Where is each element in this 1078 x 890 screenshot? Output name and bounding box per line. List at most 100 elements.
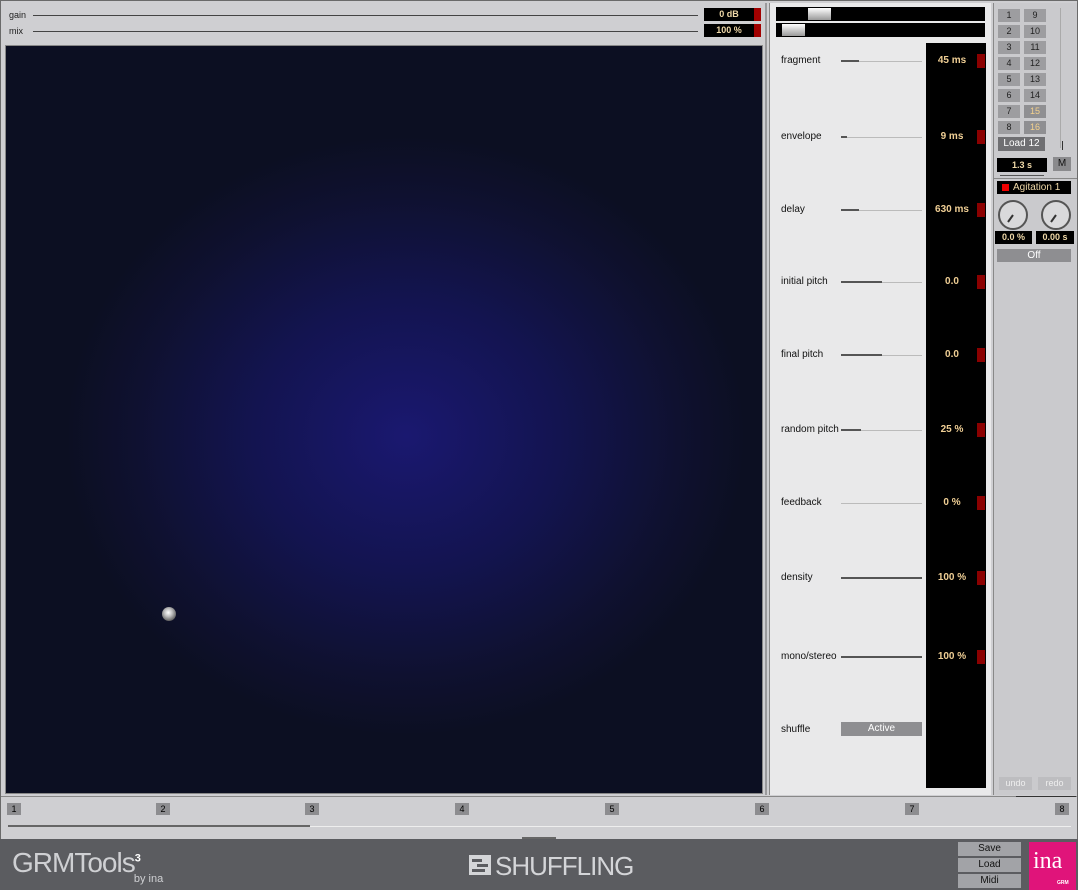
- xy-cursor-ball[interactable]: [162, 607, 176, 621]
- gain-slider[interactable]: [33, 15, 698, 16]
- param-slider[interactable]: [841, 429, 922, 431]
- ina-grm-logo: ina GRM: [1029, 842, 1076, 890]
- agitation-toggle[interactable]: Off: [997, 249, 1071, 262]
- timeline-marker-5[interactable]: 5: [605, 803, 619, 815]
- preset-button-10[interactable]: 10: [1024, 25, 1046, 38]
- param-slider[interactable]: [841, 354, 922, 356]
- preset-button-6[interactable]: 6: [998, 89, 1020, 102]
- preset-button-4[interactable]: 4: [998, 57, 1020, 70]
- param-value[interactable]: 100 %: [927, 572, 977, 583]
- param-slider[interactable]: [841, 656, 922, 658]
- param-value[interactable]: 100 %: [927, 651, 977, 662]
- gain-indicator: [754, 8, 761, 21]
- param-indicator: [977, 54, 985, 68]
- param-slider[interactable]: [841, 503, 922, 504]
- param-value[interactable]: 0.0: [927, 349, 977, 360]
- param-value[interactable]: 630 ms: [927, 204, 977, 215]
- agitation-amount-knob[interactable]: [998, 200, 1028, 230]
- param-value[interactable]: 0.0: [927, 276, 977, 287]
- param-slider-fill: [841, 209, 859, 211]
- preset-scroll-track[interactable]: [1060, 8, 1061, 148]
- param-value[interactable]: 25 %: [927, 424, 977, 435]
- param-label: mono/stereo: [781, 651, 837, 662]
- param-slider[interactable]: [841, 281, 922, 283]
- param-slider-fill: [841, 281, 882, 283]
- preset-button-9[interactable]: 9: [1024, 9, 1046, 22]
- save-button[interactable]: Save: [958, 842, 1021, 856]
- preset-button-5[interactable]: 5: [998, 73, 1020, 86]
- preset-scroll-handle[interactable]: [1062, 141, 1063, 150]
- agitation-amount-value[interactable]: 0.0 %: [995, 231, 1032, 244]
- timeline-progress: [8, 825, 310, 827]
- param-slider-fill: [841, 60, 859, 62]
- timeline-marker-1[interactable]: 1: [7, 803, 21, 815]
- param-value[interactable]: 9 ms: [927, 131, 977, 142]
- load-button[interactable]: Load: [958, 858, 1021, 872]
- preset-button-12[interactable]: 12: [1024, 57, 1046, 70]
- brand-name: GRMTools: [12, 847, 136, 878]
- xy-pad[interactable]: [5, 45, 763, 794]
- range-handle-2[interactable]: [782, 24, 805, 36]
- morph-time-slider[interactable]: [1000, 175, 1044, 176]
- param-value[interactable]: 45 ms: [927, 55, 977, 66]
- param-label: random pitch: [781, 424, 839, 435]
- range-bar-1[interactable]: [776, 7, 985, 21]
- grm-logo-text: GRM: [1057, 880, 1069, 886]
- param-slider[interactable]: [841, 577, 922, 579]
- preset-button-16[interactable]: 16: [1024, 121, 1046, 134]
- preset-button-7[interactable]: 7: [998, 105, 1020, 118]
- preset-button-3[interactable]: 3: [998, 41, 1020, 54]
- timeline-marker-8[interactable]: 8: [1055, 803, 1069, 815]
- param-slider[interactable]: [841, 60, 922, 62]
- param-indicator: [977, 650, 985, 664]
- knob-pointer-icon: [1050, 214, 1057, 223]
- brand-version: 3: [134, 852, 141, 865]
- agitation-time-value[interactable]: 0.00 s: [1036, 231, 1074, 244]
- morph-time-value[interactable]: 1.3 s: [997, 158, 1047, 172]
- param-slider[interactable]: [841, 136, 922, 138]
- preset-button-8[interactable]: 8: [998, 121, 1020, 134]
- param-indicator: [977, 571, 985, 585]
- timeline-range-marker: [1016, 796, 1076, 797]
- range-bar-2[interactable]: [776, 23, 985, 37]
- morph-m-button[interactable]: M: [1053, 157, 1071, 171]
- mix-label: mix: [9, 26, 23, 36]
- knob-pointer-icon: [1007, 214, 1014, 223]
- grmtools-logo: GRMTools3 by ina: [12, 847, 163, 885]
- timeline-marker-6[interactable]: 6: [755, 803, 769, 815]
- param-indicator: [977, 275, 985, 289]
- preset-button-15[interactable]: 15: [1024, 105, 1046, 118]
- load-preset-button[interactable]: Load 12: [998, 137, 1045, 151]
- undo-button[interactable]: undo: [999, 777, 1032, 790]
- timeline-marker-7[interactable]: 7: [905, 803, 919, 815]
- preset-button-13[interactable]: 13: [1024, 73, 1046, 86]
- param-label: initial pitch: [781, 276, 828, 287]
- range-handle-1[interactable]: [808, 8, 831, 20]
- param-label: delay: [781, 204, 805, 215]
- agitation-time-knob[interactable]: [1041, 200, 1071, 230]
- preset-button-1[interactable]: 1: [998, 9, 1020, 22]
- plugin-name: SHUFFLING: [495, 851, 634, 881]
- preset-button-2[interactable]: 2: [998, 25, 1020, 38]
- right-panel-divider: [993, 178, 1077, 179]
- preset-button-11[interactable]: 11: [1024, 41, 1046, 54]
- param-value[interactable]: 0 %: [927, 497, 977, 508]
- agitation-selector[interactable]: Agitation 1: [997, 181, 1071, 194]
- timeline-marker-2[interactable]: 2: [156, 803, 170, 815]
- midi-button[interactable]: Midi: [958, 874, 1021, 888]
- timeline-marker-4[interactable]: 4: [455, 803, 469, 815]
- preset-button-14[interactable]: 14: [1024, 89, 1046, 102]
- gain-value[interactable]: 0 dB: [704, 8, 754, 21]
- param-indicator: [977, 423, 985, 437]
- timeline-divider: [1, 796, 1077, 797]
- mix-value[interactable]: 100 %: [704, 24, 754, 37]
- timeline-marker-3[interactable]: 3: [305, 803, 319, 815]
- shuffle-active-button[interactable]: Active: [841, 722, 922, 736]
- param-label: envelope: [781, 131, 822, 142]
- param-slider[interactable]: [841, 209, 922, 211]
- param-label: density: [781, 572, 813, 583]
- mix-slider[interactable]: [33, 31, 698, 32]
- param-indicator: [977, 130, 985, 144]
- value-meter-column: [926, 43, 986, 788]
- redo-button[interactable]: redo: [1038, 777, 1071, 790]
